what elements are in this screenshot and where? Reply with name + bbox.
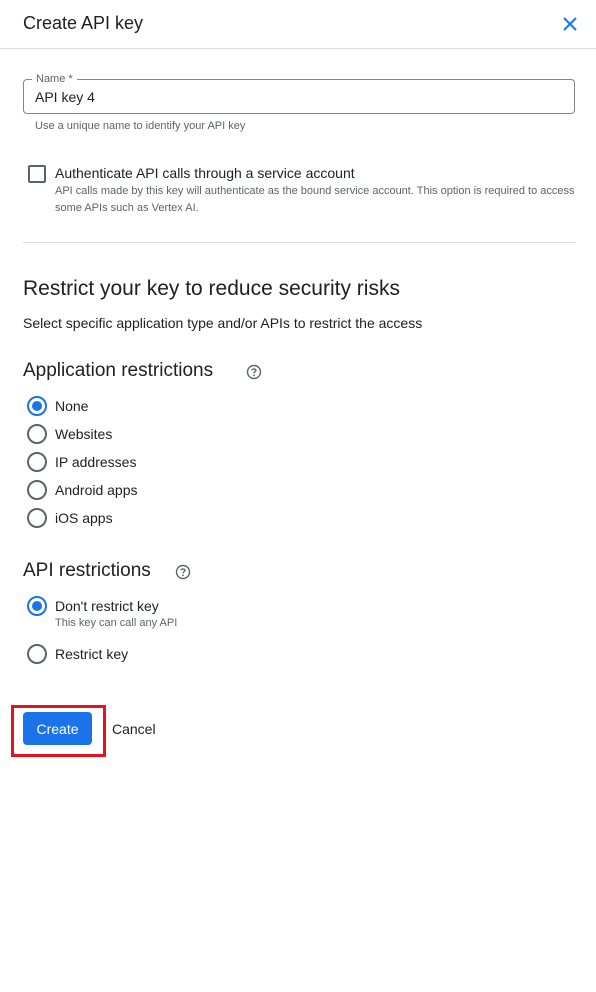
restrict-subtitle: Select specific application type and/or … — [23, 315, 423, 331]
radio-dont-restrict-key[interactable] — [27, 596, 47, 616]
application-restrictions-title: Application restrictions — [23, 360, 214, 381]
radio-none-label[interactable]: None — [55, 398, 88, 414]
service-account-description: API calls made by this key will authenti… — [55, 185, 575, 214]
radio-android-apps[interactable] — [27, 480, 47, 500]
radio-android-apps-label[interactable]: Android apps — [55, 482, 138, 498]
radio-websites-label[interactable]: Websites — [55, 426, 112, 442]
name-field[interactable]: Name * — [23, 72, 575, 114]
close-button[interactable] — [558, 12, 582, 36]
help-icon[interactable] — [246, 364, 262, 380]
cancel-button[interactable]: Cancel — [112, 721, 156, 737]
radio-ios-apps-label[interactable]: iOS apps — [55, 510, 113, 526]
radio-dont-restrict-key-description: This key can call any API — [55, 617, 178, 629]
service-account-label[interactable]: Authenticate API calls through a service… — [55, 165, 355, 181]
service-account-checkbox[interactable] — [28, 165, 46, 183]
dialog-title: Create API key — [23, 13, 144, 33]
radio-ios-apps[interactable] — [27, 508, 47, 528]
radio-ip-addresses-label[interactable]: IP addresses — [55, 454, 136, 470]
radio-websites[interactable] — [27, 424, 47, 444]
create-button[interactable]: Create — [23, 712, 92, 745]
dialog-header: Create API key — [0, 0, 596, 49]
name-helper-text: Use a unique name to identify your API k… — [35, 120, 246, 132]
help-icon[interactable] — [175, 564, 191, 580]
radio-dont-restrict-key-label[interactable]: Don't restrict key — [55, 598, 159, 614]
radio-none[interactable] — [27, 396, 47, 416]
name-input[interactable] — [35, 80, 565, 113]
api-restrictions-title: API restrictions — [23, 560, 151, 581]
radio-ip-addresses[interactable] — [27, 452, 47, 472]
close-icon — [563, 17, 577, 31]
restrict-title: Restrict your key to reduce security ris… — [23, 277, 400, 300]
divider — [23, 242, 575, 243]
radio-restrict-key-label[interactable]: Restrict key — [55, 646, 128, 662]
radio-restrict-key[interactable] — [27, 644, 47, 664]
